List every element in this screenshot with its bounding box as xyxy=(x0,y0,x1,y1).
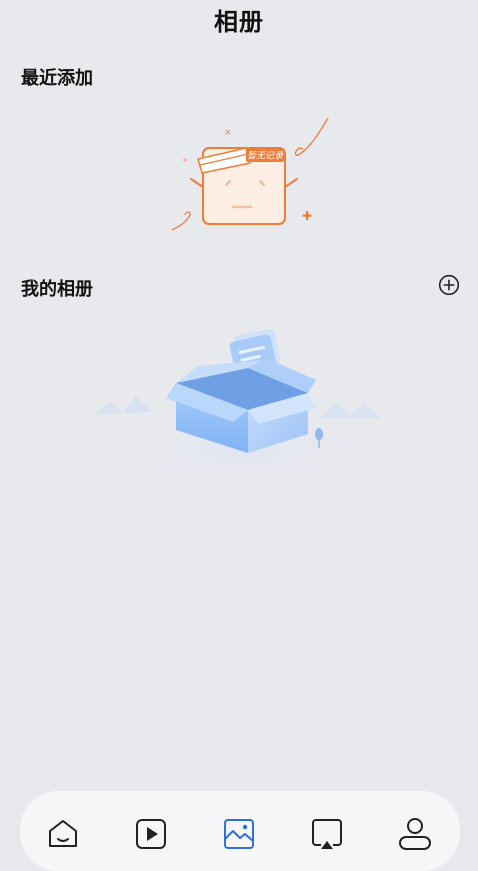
empty-albums-illustration xyxy=(88,320,393,495)
page-title: 相册 xyxy=(214,8,264,36)
tab-home[interactable] xyxy=(45,815,81,851)
recent-section-title: 最近添加 xyxy=(21,68,93,89)
albums-section-title: 我的相册 xyxy=(21,279,93,300)
bottom-tab-bar xyxy=(20,791,460,871)
screen-cast-icon xyxy=(312,819,342,849)
tab-album[interactable] xyxy=(221,815,257,851)
video-play-icon xyxy=(136,819,166,849)
empty-record-illustration: × ✚ 暂无记录 xyxy=(168,115,333,235)
profile-icon xyxy=(399,818,431,850)
empty-badge-text: 暂无记录 xyxy=(247,151,284,162)
plus-circle-icon xyxy=(438,274,460,296)
home-icon xyxy=(49,820,77,847)
tab-cast[interactable] xyxy=(309,815,345,851)
add-album-button[interactable] xyxy=(438,274,460,296)
photo-album-icon xyxy=(224,819,254,849)
svg-text:✚: ✚ xyxy=(302,209,312,223)
tab-profile[interactable] xyxy=(397,815,433,851)
tab-video[interactable] xyxy=(133,815,169,851)
svg-text:×: × xyxy=(224,128,232,138)
